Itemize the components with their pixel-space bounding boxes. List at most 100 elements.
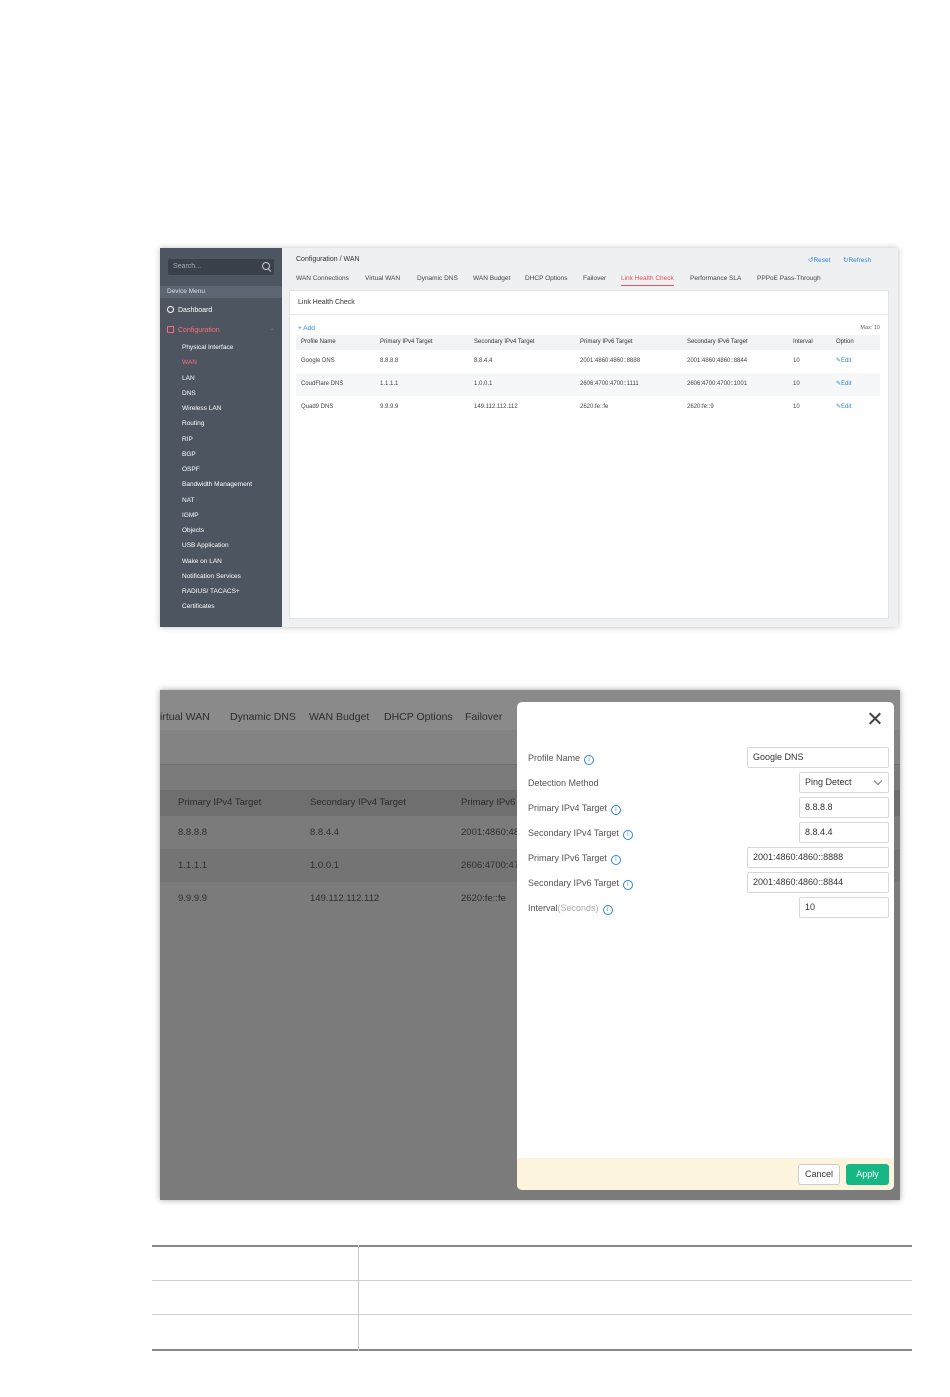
reset-button[interactable]: ↺Reset [808,256,830,264]
secondary-ipv6-label: Secondary IPv6 Target i [528,878,633,890]
table-cell: Google DNS [301,358,335,364]
chevron-up-icon[interactable]: ⌃ [270,328,275,335]
column-header: Option [836,339,854,345]
info-icon[interactable]: i [622,880,633,890]
breadcrumb: Configuration / WAN [296,256,360,263]
table-cell: 8.8.8.8 [178,827,208,838]
tab-wan-budget[interactable]: WAN Budget [473,275,510,282]
sidebar-item-physical-interface[interactable]: Physical Interface [182,344,233,351]
max-label: Max: 10 [860,325,880,331]
info-icon[interactable]: i [610,805,621,815]
secondary-ipv4-input[interactable]: 8.8.4.4 [799,822,889,843]
sidebar-item-configuration[interactable]: Configuration [167,326,220,334]
table-cell: 149.112.112.112 [310,893,380,904]
label-text: Secondary IPv4 Target [528,828,619,838]
interval-label: Interval(Seconds) i [528,903,613,915]
table-cell: 8.8.8.8 [380,358,399,364]
description-table [152,1245,912,1351]
column-header: Profile Name [301,339,336,345]
column-header: Primary IPv4 Target [380,339,433,345]
sidebar-item-notification-services[interactable]: Notification Services [182,573,241,580]
info-icon[interactable]: i [610,855,621,865]
table-header: Profile Name Primary IPv4 Target Seconda… [296,335,880,350]
sidebar-item-igmp[interactable]: IGMP [182,512,199,519]
tab-dynamic-dns[interactable]: Dynamic DNS [417,275,458,282]
close-icon[interactable] [865,709,885,729]
search-input[interactable]: Search... [168,259,274,275]
interval-input[interactable]: 10 [799,897,889,918]
sidebar-item-dns[interactable]: DNS [182,390,196,397]
sidebar-item-dashboard[interactable]: Dashboard [167,306,212,314]
table-cell: 2620:fe::fe [461,893,506,904]
select-value: Ping Detect [805,777,852,787]
primary-ipv6-input[interactable]: 2001:4860:4860::8888 [747,847,889,868]
sidebar-item-rip[interactable]: RIP [182,436,193,443]
cancel-button[interactable]: Cancel [798,1164,840,1185]
link-health-check-panel: Link Health Check + Add Max: 10 Profile … [289,290,889,619]
screenshot-edit-profile-modal: irtual WAN Dynamic DNS WAN Budget DHCP O… [160,690,900,1200]
secondary-ipv6-input[interactable]: 2001:4860:4860::8844 [747,872,889,893]
chevron-down-icon [873,776,883,786]
profile-name-input[interactable]: Google DNS [747,747,889,768]
table-cell: 10 [793,381,800,387]
sidebar-item-wake-on-lan[interactable]: Wake on LAN [182,558,222,565]
primary-ipv4-input[interactable]: 8.8.8.8 [799,797,889,818]
sidebar: Search... Device Menu Dashboard Configur… [160,248,282,627]
sidebar-item-bandwidth-management[interactable]: Bandwidth Management [182,481,252,488]
label-text: Primary IPv4 Target [528,803,607,813]
info-icon[interactable]: i [584,755,595,765]
table-row-divider [152,1280,912,1281]
sidebar-item-ospf[interactable]: OSPF [182,466,200,473]
search-icon[interactable] [262,262,270,270]
tab-dhcp-options: DHCP Options [384,711,453,723]
column-header: Interval [793,339,813,345]
edit-profile-dialog: Profile Name i Google DNS Detection Metho… [517,702,894,1190]
tab-virtual-wan[interactable]: Virtual WAN [365,275,400,282]
column-header: Primary IPv6 T [461,797,524,808]
edit-label: Edit [841,404,852,410]
tab-dhcp-options[interactable]: DHCP Options [525,275,568,282]
edit-button[interactable]: ✎Edit [836,373,851,396]
add-button[interactable]: + Add [298,325,315,332]
table-cell: 2001:4860:48 [461,827,520,838]
apply-button[interactable]: Apply [846,1164,889,1185]
tab-performance-sla[interactable]: Performance SLA [690,275,741,282]
sidebar-item-wan[interactable]: WAN [182,359,197,366]
tab-wan-connections[interactable]: WAN Connections [296,275,349,282]
table-cell: 2606:4700:4700::1111 [580,381,639,387]
refresh-button[interactable]: ↻Refresh [843,256,871,264]
sidebar-item-nat[interactable]: NAT [182,497,195,504]
edit-button[interactable]: ✎Edit [836,396,851,419]
table-row: Quad9 DNS 9.9.9.9 149.112.112.112 2620:f… [296,396,880,419]
sidebar-item-lan[interactable]: LAN [182,375,195,382]
sidebar-item-wireless-lan[interactable]: Wireless LAN [182,405,221,412]
profiles-table: Profile Name Primary IPv4 Target Seconda… [296,335,880,419]
column-header: Primary IPv6 Target [580,339,633,345]
tab-pppoe-pass-through[interactable]: PPPoE Pass-Through [757,275,821,282]
detection-method-select[interactable]: Ping Detect [799,772,889,793]
column-header: Secondary IPv4 Target [474,339,535,345]
table-column-divider [358,1245,359,1351]
info-icon[interactable]: i [622,830,633,840]
edit-label: Edit [841,358,852,364]
configuration-icon [167,326,174,333]
dialog-footer: Cancel Apply [517,1158,894,1190]
tab-failover[interactable]: Failover [583,275,606,282]
sidebar-item-radius-tacacs[interactable]: RADIUS/ TACACS+ [182,588,240,595]
sidebar-item-objects[interactable]: Objects [182,527,204,534]
sidebar-item-certificates[interactable]: Certificates [182,603,215,610]
tab-failover: Failover [465,711,503,723]
sidebar-item-routing[interactable]: Routing [182,420,204,427]
table-row-divider [152,1314,912,1315]
edit-button[interactable]: ✎Edit [836,350,851,373]
table-cell: 10 [793,358,800,364]
table-cell: 149.112.112.112 [474,404,518,410]
label-text: Profile Name [528,753,581,763]
tab-link-health-check[interactable]: Link Health Check [621,275,674,286]
info-icon[interactable]: i [602,905,613,915]
sidebar-item-usb-application[interactable]: USB Application [182,542,229,549]
device-menu-label: Device Menu [160,286,282,298]
sidebar-item-bgp[interactable]: BGP [182,451,196,458]
table-cell: 1.1.1.1 [178,860,208,871]
refresh-label: Refresh [848,257,872,264]
